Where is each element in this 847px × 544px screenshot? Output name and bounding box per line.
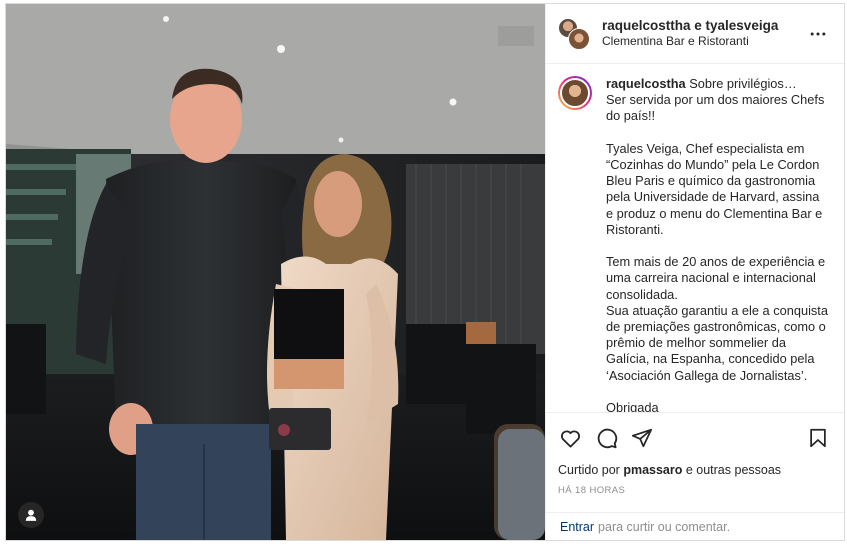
heart-icon <box>560 430 580 448</box>
restaurant-photo <box>6 4 545 540</box>
post-header: raquelcosttha e tyalesveiga Clementina B… <box>546 4 844 64</box>
likes-prefix: Curtido por <box>558 463 624 477</box>
login-link[interactable]: Entrar <box>560 520 594 534</box>
action-icons <box>558 425 830 451</box>
caption-text: raquelcostha Sobre privilégios… Ser serv… <box>606 76 830 412</box>
comment-icon <box>597 428 617 448</box>
more-horizontal-icon <box>810 32 826 35</box>
comment-prompt: para curtir ou comentar. <box>598 519 731 534</box>
comment-button[interactable] <box>594 426 618 450</box>
likes-others-link[interactable]: e outras pessoas <box>682 463 781 477</box>
more-options-button[interactable] <box>806 22 830 46</box>
share-icon <box>631 428 653 448</box>
user-tag-icon <box>25 509 37 521</box>
caption-avatar[interactable] <box>558 76 592 110</box>
bookmark-icon <box>810 428 826 448</box>
comment-bar: Entrar para curtir ou comentar. <box>546 512 844 540</box>
share-button[interactable] <box>630 426 654 450</box>
likes-user-link[interactable]: pmassaro <box>623 463 682 477</box>
caption-username[interactable]: raquelcostha <box>606 76 686 91</box>
avatar <box>560 78 590 108</box>
header-usernames[interactable]: raquelcosttha e tyalesveiga <box>602 18 806 35</box>
post-side-panel: raquelcosttha e tyalesveiga Clementina B… <box>545 4 844 540</box>
like-button[interactable] <box>558 426 582 450</box>
caption-body: Sobre privilégios… Ser servida por um do… <box>606 76 828 412</box>
caption-area: raquelcostha Sobre privilégios… Ser serv… <box>546 64 844 412</box>
post-photo[interactable] <box>6 4 545 540</box>
likes-summary: Curtido por pmassaro e outras pessoas <box>558 463 830 477</box>
save-button[interactable] <box>806 426 830 450</box>
header-location[interactable]: Clementina Bar e Ristoranti <box>602 34 806 49</box>
post-timestamp[interactable]: HÁ 18 HORAS <box>558 485 830 496</box>
header-text: raquelcosttha e tyalesveiga Clementina B… <box>602 18 806 50</box>
post-dialog: raquelcosttha e tyalesveiga Clementina B… <box>5 3 845 541</box>
avatar <box>568 27 590 50</box>
user-tag-button[interactable] <box>18 502 44 528</box>
action-bar: Curtido por pmassaro e outras pessoas HÁ… <box>546 412 844 512</box>
collab-avatars[interactable] <box>558 17 590 50</box>
